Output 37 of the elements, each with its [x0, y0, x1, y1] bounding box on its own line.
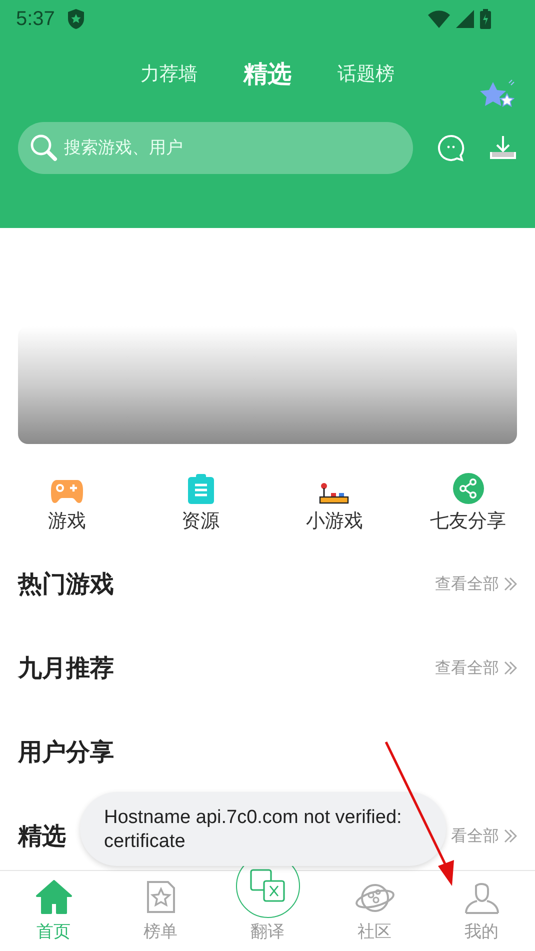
section-title: 精选 — [18, 821, 66, 852]
category-button[interactable]: 七友分享 — [401, 462, 535, 542]
planet-icon — [354, 882, 394, 914]
nav-tab[interactable]: 社区 — [321, 871, 428, 951]
signal-icon — [456, 10, 474, 28]
nav-tab[interactable]: 我的 — [428, 871, 535, 951]
chevron-icon — [503, 829, 517, 843]
nav-tab[interactable]: 首页 — [0, 871, 107, 951]
tab[interactable]: 力荐墙 — [140, 61, 198, 87]
section-title: 九月推荐 — [18, 653, 114, 684]
tab[interactable]: 话题榜 — [338, 61, 394, 87]
gamepad-icon — [50, 478, 83, 504]
section-title: 热门游戏 — [18, 569, 114, 600]
error-toast: Hostname api.7c0.com not verified: certificate — [80, 792, 446, 866]
arcade-stick-icon — [319, 482, 350, 504]
share-icon — [452, 473, 484, 504]
star-document-icon — [146, 880, 176, 914]
clipboard-icon — [188, 474, 214, 504]
search-icon — [30, 134, 58, 162]
status-time: 5:37 — [16, 8, 55, 30]
home-icon — [36, 880, 72, 914]
download-button[interactable] — [489, 134, 517, 162]
nav-tab[interactable]: 榜单 — [107, 871, 214, 951]
chevron-icon — [503, 661, 517, 675]
battery-icon — [480, 9, 491, 29]
view-all-link[interactable]: 查看全部 — [435, 658, 517, 678]
category-button[interactable]: 小游戏 — [268, 462, 402, 542]
chevron-icon — [503, 577, 517, 591]
tab[interactable]: 精选 — [244, 58, 292, 90]
category-button[interactable]: 资源 — [134, 462, 268, 542]
view-all-link[interactable]: 看全部 — [451, 826, 517, 846]
section-title: 用户分享 — [18, 737, 114, 768]
chat-button[interactable] — [437, 134, 465, 162]
person-icon — [464, 882, 500, 914]
wifi-icon — [428, 10, 450, 28]
category-button[interactable]: 游戏 — [0, 462, 134, 542]
view-all-link[interactable]: 查看全部 — [435, 574, 517, 594]
